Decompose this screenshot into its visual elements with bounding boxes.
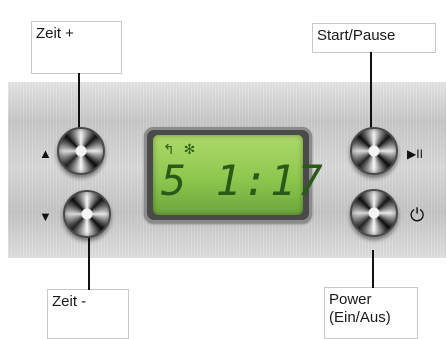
time-down-button[interactable]	[63, 190, 111, 238]
label-zeit-plus: Zeit +	[31, 21, 122, 74]
label-zeit-plus-text: Zeit +	[36, 25, 74, 42]
label-start-pause-text: Start/Pause	[317, 27, 396, 44]
timer-readout: 5 1:17	[161, 156, 325, 205]
snowflake-icon: ✻	[183, 141, 196, 157]
power-button[interactable]	[350, 189, 398, 237]
label-start-pause: Start/Pause	[312, 23, 436, 53]
time-up-button[interactable]	[57, 127, 105, 175]
down-triangle-icon: ▼	[39, 209, 52, 224]
power-icon: ⏻	[410, 205, 425, 225]
up-triangle-icon: ▲	[39, 146, 52, 161]
lcd-display: ↰ ✻ 5 1:17	[153, 135, 325, 215]
start-pause-button[interactable]	[350, 127, 398, 175]
label-power: Power (Ein/Aus)	[324, 287, 418, 339]
leader-power	[372, 250, 374, 288]
label-power-line1: Power	[329, 291, 372, 308]
leader-zeit-plus	[78, 73, 80, 129]
leader-start-pause	[370, 52, 372, 128]
play-pause-icon: ▶II	[407, 147, 423, 161]
label-zeit-minus-text: Zeit -	[52, 293, 87, 310]
display-frame: ↰ ✻ 5 1:17	[144, 127, 325, 223]
label-zeit-minus: Zeit -	[47, 289, 129, 339]
label-power-line2: (Ein/Aus)	[329, 309, 391, 326]
steam-icon: ↰	[163, 141, 175, 157]
